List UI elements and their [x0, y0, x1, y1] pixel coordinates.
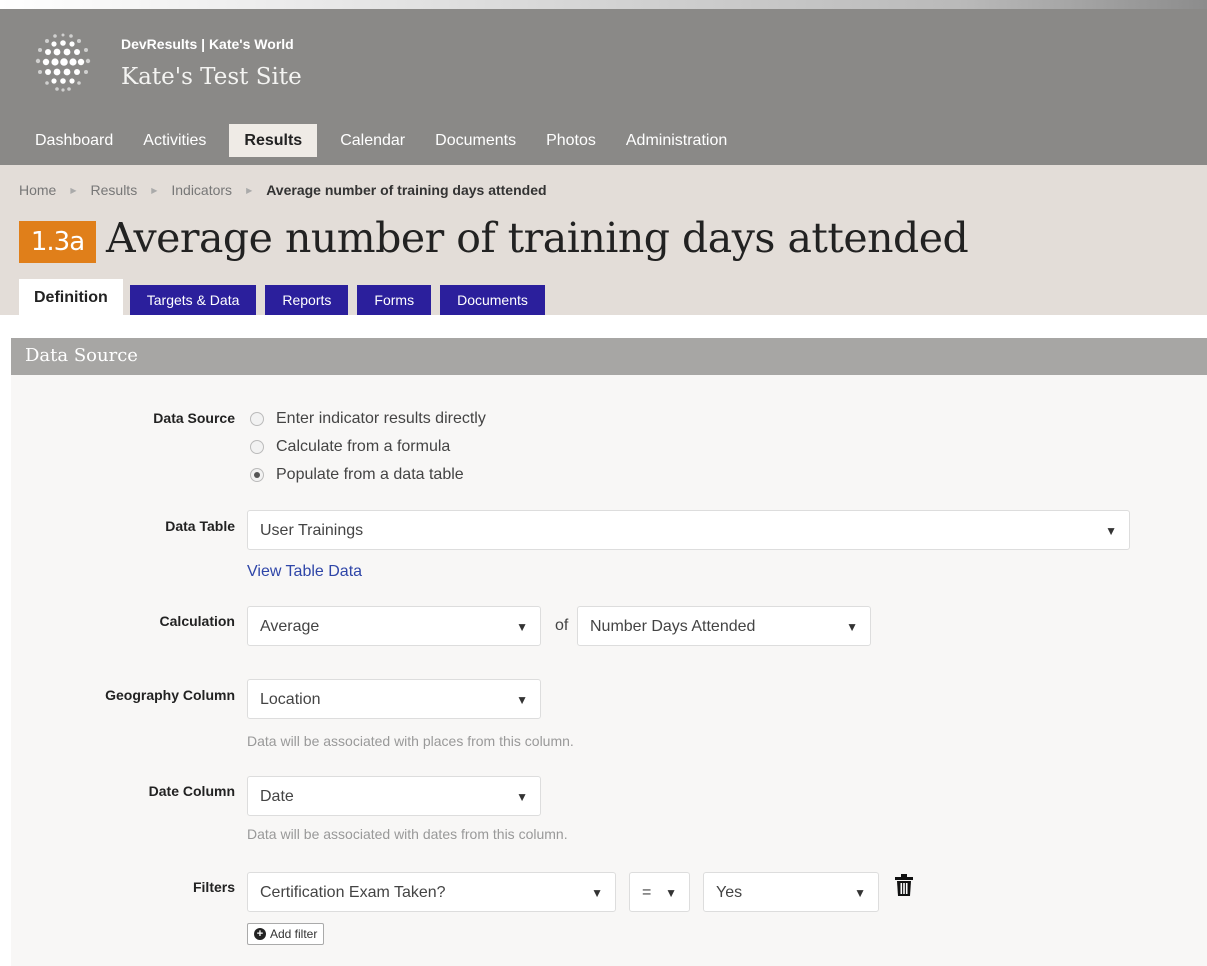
nav-dashboard[interactable]: Dashboard — [20, 124, 128, 157]
tab-documents[interactable]: Documents — [440, 285, 545, 315]
filter-operator-value: = — [642, 884, 652, 901]
triangle-down-icon: ▼ — [516, 693, 528, 707]
radio-calculate-formula[interactable]: Calculate from a formula — [250, 438, 450, 456]
geography-column-label: Geography Column — [105, 687, 235, 703]
filter-operator-select[interactable]: = ▼ — [629, 872, 690, 912]
globe-logo-icon[interactable] — [30, 29, 96, 95]
page-title: Average number of training days attended — [106, 214, 969, 262]
breadcrumb-indicators[interactable]: Indicators — [171, 182, 232, 198]
triangle-right-icon: ▶ — [151, 185, 158, 195]
geography-column-value: Location — [260, 691, 321, 708]
radio-enter-directly[interactable]: Enter indicator results directly — [250, 410, 486, 428]
triangle-down-icon: ▼ — [591, 886, 603, 900]
add-filter-label: Add filter — [270, 927, 318, 941]
radio-button[interactable] — [250, 440, 264, 454]
top-gradient-strip — [0, 0, 1207, 9]
main-nav: Dashboard Activities Results Calendar Do… — [20, 124, 742, 157]
geography-hint: Data will be associated with places from… — [247, 733, 574, 749]
calculation-column-select[interactable]: Number Days Attended ▼ — [577, 606, 871, 646]
breadcrumb-current: Average number of training days attended — [266, 182, 547, 198]
date-column-label: Date Column — [148, 783, 235, 799]
filters-label: Filters — [192, 879, 235, 895]
filter-value: Yes — [716, 884, 743, 901]
triangle-down-icon: ▼ — [854, 886, 866, 900]
radio-label: Populate from a data table — [276, 466, 464, 483]
add-filter-button[interactable]: + Add filter — [247, 923, 325, 945]
tab-definition[interactable]: Definition — [19, 279, 123, 315]
tab-forms[interactable]: Forms — [357, 285, 432, 315]
data-table-value: User Trainings — [260, 522, 364, 539]
filter-column-value: Certification Exam Taken? — [260, 884, 446, 901]
nav-photos[interactable]: Photos — [531, 124, 611, 157]
date-column-select[interactable]: Date ▼ — [247, 776, 541, 816]
filter-column-select[interactable]: Certification Exam Taken? ▼ — [247, 872, 616, 912]
triangle-down-icon: ▼ — [665, 886, 677, 900]
triangle-down-icon: ▼ — [516, 790, 528, 804]
view-table-data-link[interactable]: View Table Data — [247, 563, 362, 581]
nav-activities[interactable]: Activities — [128, 124, 221, 157]
breadcrumb-home[interactable]: Home — [19, 182, 56, 198]
nav-administration[interactable]: Administration — [611, 124, 742, 157]
radio-button-selected[interactable] — [250, 468, 264, 482]
trash-icon[interactable] — [894, 874, 914, 896]
org-name: DevResults | Kate's World — [121, 36, 294, 52]
data-table-label: Data Table — [165, 518, 235, 534]
breadcrumb-results[interactable]: Results — [91, 182, 138, 198]
of-label: of — [555, 617, 569, 634]
tab-reports[interactable]: Reports — [265, 285, 349, 315]
indicator-code-badge: 1.3a — [19, 221, 96, 263]
calculation-column-value: Number Days Attended — [590, 618, 756, 635]
geography-column-select[interactable]: Location ▼ — [247, 679, 541, 719]
indicator-tabs: Definition Targets & Data Reports Forms … — [19, 279, 554, 315]
radio-button[interactable] — [250, 412, 264, 426]
nav-documents[interactable]: Documents — [420, 124, 531, 157]
date-column-value: Date — [260, 788, 294, 805]
triangle-down-icon: ▼ — [516, 620, 528, 634]
data-source-label: Data Source — [153, 410, 235, 426]
triangle-down-icon: ▼ — [1105, 524, 1117, 538]
section-header — [11, 338, 1207, 375]
tab-targets-data[interactable]: Targets & Data — [129, 285, 257, 315]
site-name[interactable]: Kate's Test Site — [121, 64, 302, 90]
plus-circle-icon: + — [254, 928, 266, 940]
triangle-right-icon: ▶ — [70, 185, 77, 195]
breadcrumb: Home ▶ Results ▶ Indicators ▶ Average nu… — [19, 182, 547, 198]
nav-results[interactable]: Results — [229, 124, 318, 157]
triangle-right-icon: ▶ — [246, 185, 253, 195]
calculation-label: Calculation — [159, 613, 235, 629]
triangle-down-icon: ▼ — [846, 620, 858, 634]
calculation-select[interactable]: Average ▼ — [247, 606, 541, 646]
date-hint: Data will be associated with dates from … — [247, 826, 568, 842]
nav-calendar[interactable]: Calendar — [325, 124, 420, 157]
radio-populate-table[interactable]: Populate from a data table — [250, 466, 464, 484]
radio-label: Enter indicator results directly — [276, 410, 486, 427]
data-table-select[interactable]: User Trainings ▼ — [247, 510, 1130, 550]
radio-label: Calculate from a formula — [276, 438, 451, 455]
filter-value-select[interactable]: Yes ▼ — [703, 872, 879, 912]
section-title: Data Source — [25, 345, 138, 366]
calculation-value: Average — [260, 618, 320, 635]
